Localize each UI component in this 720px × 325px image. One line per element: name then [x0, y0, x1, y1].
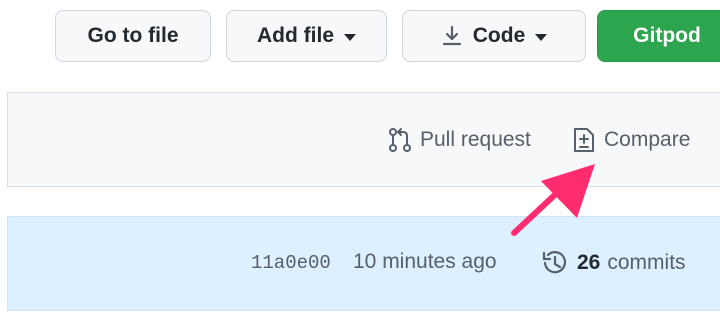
commit-time: 10 minutes ago: [353, 250, 497, 273]
code-label: Code: [472, 24, 526, 47]
file-diff-icon: [574, 128, 594, 152]
gitpod-button[interactable]: Gitpod: [597, 10, 720, 62]
pull-request-label: Pull request: [420, 128, 531, 151]
compare-link[interactable]: Compare: [571, 124, 690, 156]
caret-down-icon: [535, 33, 548, 41]
repository-action-area: Go to file Add file Code Gitpod Pull req…: [0, 0, 720, 325]
git-pull-request-icon: [389, 128, 411, 152]
code-button[interactable]: Code: [402, 10, 586, 62]
commits-count-link[interactable]: 26 commits: [540, 248, 686, 278]
commits-label: commits: [607, 251, 686, 274]
gitpod-label: Gitpod: [633, 24, 701, 47]
go-to-file-button[interactable]: Go to file: [55, 10, 211, 62]
go-to-file-label: Go to file: [87, 24, 179, 47]
history-icon: [542, 251, 567, 274]
caret-down-icon: [344, 33, 356, 41]
commits-count: 26: [577, 251, 601, 274]
download-icon: [442, 25, 461, 46]
add-file-button[interactable]: Add file: [226, 10, 387, 62]
commit-hash-link[interactable]: 11a0e00: [251, 252, 331, 274]
compare-label: Compare: [604, 128, 691, 151]
add-file-label: Add file: [257, 24, 334, 47]
pull-request-link[interactable]: Pull request: [387, 124, 531, 156]
